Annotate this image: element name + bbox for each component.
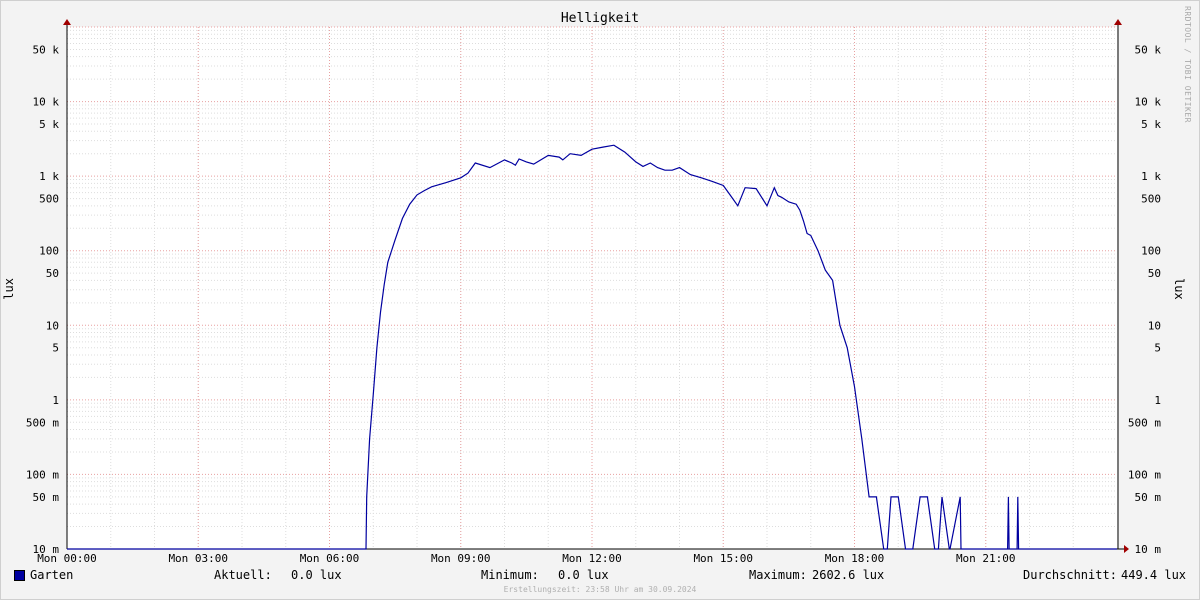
legend-series-name: Garten: [30, 568, 74, 582]
y-tick-label-left: 50 k: [33, 43, 60, 56]
y-tick-label-left: 1: [52, 394, 59, 407]
y-tick-label-left: 5: [52, 342, 59, 355]
legend-current-label: Aktuell:: [214, 568, 272, 582]
x-tick-label: Mon 00:00: [37, 552, 97, 565]
y-tick-label-left: 50 m: [33, 491, 60, 504]
creation-time-footer: Erstellungszeit: 23:58 Uhr am 30.09.2024: [503, 585, 697, 594]
x-tick-label: Mon 03:00: [168, 552, 228, 565]
y-axis-arrow-left: [63, 19, 71, 25]
x-axis-arrow: [1124, 545, 1129, 553]
y-tick-label-right: 10 m: [1135, 543, 1162, 556]
y-tick-label-left: 100: [39, 245, 59, 258]
legend-min-value: 0.0 lux: [558, 568, 609, 582]
y-tick-label-left: 100 m: [26, 468, 59, 481]
x-tick-label: Mon 12:00: [562, 552, 622, 565]
legend-current-value: 0.0 lux: [291, 568, 342, 582]
y-tick-label-right: 5: [1154, 342, 1161, 355]
y-tick-label-right: 500 m: [1128, 416, 1161, 429]
y-tick-label-left: 1 k: [39, 170, 59, 183]
y-tick-label-left: 10 k: [33, 96, 60, 109]
y-tick-label-right: 50 k: [1135, 43, 1162, 56]
x-tick-label: Mon 06:00: [300, 552, 360, 565]
legend-avg-value: 449.4 lux: [1121, 568, 1187, 582]
y-tick-label-right: 1 k: [1141, 170, 1161, 183]
legend-max-label: Maximum:: [749, 568, 807, 582]
x-tick-label: Mon 15:00: [693, 552, 753, 565]
y-tick-label-right: 100 m: [1128, 468, 1161, 481]
y-tick-label-right: 10: [1148, 319, 1161, 332]
legend-max-value: 2602.6 lux: [812, 568, 885, 582]
legend-avg-label: Durchschnitt:: [1023, 568, 1117, 582]
x-tick-label: Mon 09:00: [431, 552, 491, 565]
x-tick-label: Mon 21:00: [956, 552, 1016, 565]
legend-min-label: Minimum:: [481, 568, 539, 582]
y-tick-label-left: 5 k: [39, 118, 59, 131]
y-tick-label-right: 500: [1141, 193, 1161, 206]
y-tick-label-left: 500: [39, 193, 59, 206]
y-tick-label-right: 5 k: [1141, 118, 1161, 131]
y-axis-arrow-right: [1114, 19, 1122, 25]
chart-canvas: 10 m 10 m50 m 50 m100 m 100 m500 m 500 m1 15 5…: [26, 19, 1162, 565]
y-tick-label-left: 10: [46, 319, 59, 332]
y-tick-label-right: 50 m: [1135, 491, 1162, 504]
y-tick-label-right: 50: [1148, 267, 1161, 280]
y-tick-label-left: 50: [46, 267, 59, 280]
y-tick-label-right: 1: [1154, 394, 1161, 407]
y-tick-label-right: 100: [1141, 245, 1161, 258]
x-tick-label: Mon 18:00: [825, 552, 885, 565]
y-tick-label-right: 10 k: [1135, 96, 1162, 109]
legend-swatch-garten: [14, 570, 25, 581]
y-tick-label-left: 500 m: [26, 416, 59, 429]
